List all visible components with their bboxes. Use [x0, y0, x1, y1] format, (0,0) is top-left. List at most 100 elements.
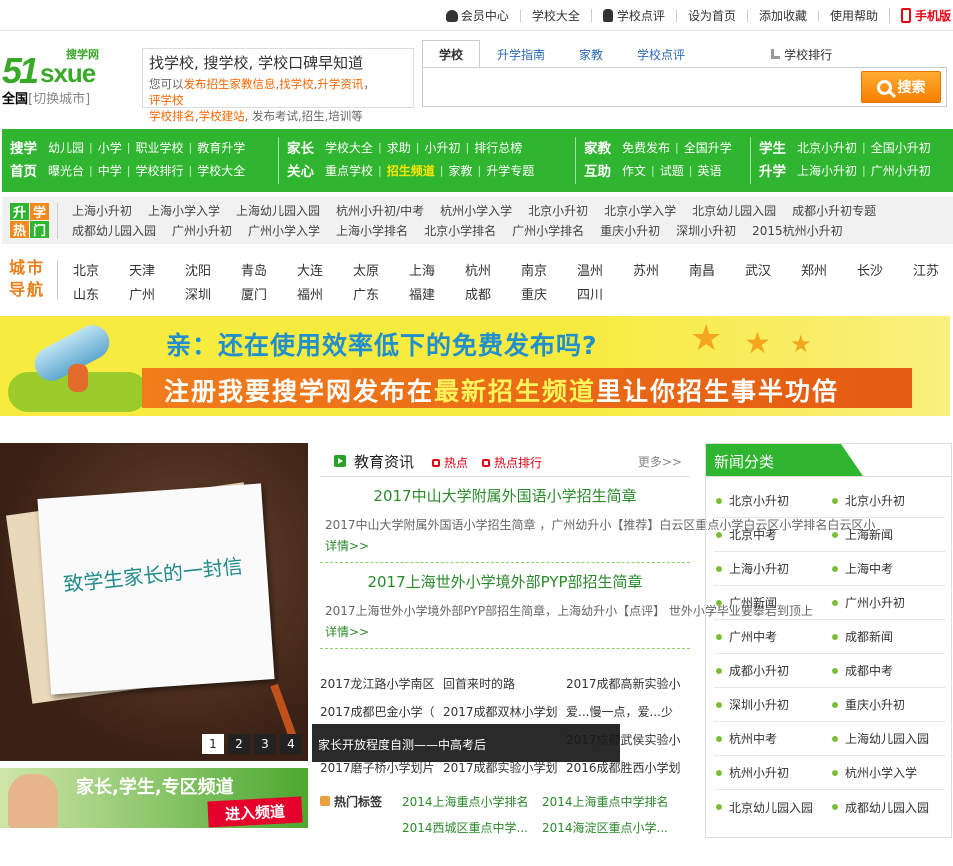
nav-item[interactable]: 免费发布	[622, 139, 670, 156]
nav-item[interactable]: 全国升学	[684, 139, 732, 156]
city-link[interactable]: 江苏	[913, 260, 953, 279]
city-link[interactable]: 成都	[465, 284, 521, 303]
hot-topic-link[interactable]: 上海小学排名	[336, 222, 408, 239]
category-item[interactable]: 上海中考	[830, 560, 946, 577]
city-link[interactable]: 南京	[521, 260, 577, 279]
zone-channel-banner[interactable]: 家长,学生,专区频道 进入频道	[0, 768, 308, 828]
category-item[interactable]: 北京中考	[714, 526, 830, 543]
slogan-link[interactable]: 发布招生家教信息	[184, 77, 276, 91]
city-link[interactable]: 上海	[409, 260, 465, 279]
nav-item[interactable]: 北京小升初	[797, 139, 857, 156]
city-link[interactable]: 福建	[409, 284, 465, 303]
nav-item[interactable]: 中学	[98, 162, 122, 179]
hot-rank-link[interactable]: 热点排行	[482, 454, 542, 471]
city-link[interactable]: 南昌	[689, 260, 745, 279]
category-item[interactable]: 成都新闻	[830, 628, 946, 645]
nav-item[interactable]: 曝光台	[48, 162, 84, 179]
slide-page-2[interactable]: 2	[228, 734, 250, 754]
nav-item[interactable]: 升学专题	[486, 162, 534, 179]
category-item[interactable]: 杭州小升初	[714, 764, 830, 781]
city-link[interactable]: 深圳	[185, 284, 241, 303]
slide-caption[interactable]: 家长开放程度自测——中高考后	[312, 724, 620, 762]
category-item[interactable]: 北京小升初	[830, 492, 946, 509]
hot-tag-link[interactable]: 2014上海重点中学排名	[542, 793, 669, 810]
category-item[interactable]: 北京幼儿园入园	[714, 799, 830, 816]
hot-topic-link[interactable]: 成都幼儿园入园	[72, 222, 156, 239]
hot-topic-link[interactable]: 上海小学入学	[148, 202, 220, 219]
hot-topic-link[interactable]: 上海幼儿园入园	[236, 202, 320, 219]
hot-topic-link[interactable]: 北京幼儿园入园	[692, 202, 776, 219]
article-more-link[interactable]: 详情>>	[325, 539, 369, 553]
set-homepage-link[interactable]: 设为首页	[675, 9, 747, 22]
slogan-link[interactable]: 升学资讯	[317, 77, 363, 91]
nav-item[interactable]: 教育升学	[197, 139, 245, 156]
city-link[interactable]: 长沙	[857, 260, 913, 279]
city-link[interactable]: 武汉	[745, 260, 801, 279]
hot-topic-link[interactable]: 广州小升初	[172, 222, 232, 239]
city-link[interactable]: 苏州	[633, 260, 689, 279]
nav-item[interactable]: 小学	[98, 139, 122, 156]
nav-item[interactable]: 职业学校	[135, 139, 183, 156]
city-link[interactable]: 天津	[129, 260, 185, 279]
city-link[interactable]: 青岛	[241, 260, 297, 279]
article-title[interactable]: 2017上海世外小学境外部PYP部招生简章	[320, 571, 690, 592]
category-item[interactable]: 北京小升初	[714, 492, 830, 509]
nav-item[interactable]: 求助	[387, 139, 411, 156]
category-item[interactable]: 成都幼儿园入园	[830, 799, 946, 816]
member-center-link[interactable]: 会员中心	[435, 9, 520, 22]
news-list-item[interactable]: 2017成都巴金小学（	[320, 703, 443, 720]
hot-tag-link[interactable]: 2014海淀区重点小学...	[542, 819, 668, 836]
hot-topic-link[interactable]: 成都小升初专题	[792, 202, 876, 219]
news-list-item[interactable]: 爱...慢一点，爱...少	[566, 703, 689, 720]
news-list-item[interactable]: 回首来时的路	[443, 675, 566, 692]
city-link[interactable]: 沈阳	[185, 260, 241, 279]
category-item[interactable]: 广州中考	[714, 628, 830, 645]
slogan-link[interactable]: 学校建站	[199, 109, 245, 123]
nav-item[interactable]: 排行总榜	[474, 139, 522, 156]
slide-page-1[interactable]: 1	[202, 734, 224, 754]
hot-topic-link[interactable]: 北京小学排名	[424, 222, 496, 239]
category-item[interactable]: 上海新闻	[830, 526, 946, 543]
school-review-link[interactable]: 学校点评	[590, 9, 676, 22]
promo-banner[interactable]: ★ ★ ★ 亲：还在使用效率低下的免费发布吗? 注册我要搜学网发布在最新招生频道…	[0, 316, 950, 416]
nav-label[interactable]: 升学	[759, 160, 797, 180]
nav-item[interactable]: 作文	[622, 162, 646, 179]
nav-label[interactable]: 关心	[287, 160, 325, 180]
school-directory-link[interactable]: 学校大全	[519, 9, 591, 22]
city-link[interactable]: 四川	[577, 284, 633, 303]
add-favorite-link[interactable]: 添加收藏	[746, 9, 818, 22]
city-link[interactable]: 厦门	[241, 284, 297, 303]
category-item[interactable]: 深圳小升初	[714, 696, 830, 713]
hot-topic-link[interactable]: 2015杭州小升初	[752, 222, 843, 239]
search-button[interactable]: 搜索	[861, 71, 941, 103]
city-link[interactable]: 福州	[297, 284, 353, 303]
nav-item[interactable]: 重点学校	[325, 162, 373, 179]
article-more-link[interactable]: 详情>>	[325, 625, 369, 639]
tab-school[interactable]: 学校	[422, 40, 481, 68]
nav-item[interactable]: 小升初	[424, 139, 460, 156]
site-logo[interactable]: 51 sxue 搜学网	[2, 44, 127, 91]
category-item[interactable]: 广州新闻	[714, 594, 830, 611]
nav-item[interactable]: 全国小升初	[871, 139, 931, 156]
nav-label[interactable]: 家长	[287, 137, 325, 157]
nav-item[interactable]: 上海小升初	[797, 162, 857, 179]
category-item[interactable]: 上海幼儿园入园	[830, 730, 946, 747]
city-link[interactable]: 广州	[129, 284, 185, 303]
news-list-item[interactable]: 2017龙江路小学南区	[320, 675, 443, 692]
hot-topic-link[interactable]: 广州小学入学	[248, 222, 320, 239]
slide-page-3[interactable]: 3	[254, 734, 276, 754]
switch-city-link[interactable]: [切换城市]	[28, 92, 90, 107]
news-list-item[interactable]: 2017成都双林小学划	[443, 703, 566, 720]
hot-topic-link[interactable]: 深圳小升初	[676, 222, 736, 239]
city-link[interactable]: 广东	[353, 284, 409, 303]
nav-label[interactable]: 家教	[584, 137, 622, 157]
nav-item[interactable]: 幼儿园	[48, 139, 84, 156]
category-item[interactable]: 广州小升初	[830, 594, 946, 611]
nav-item[interactable]: 试题	[660, 162, 684, 179]
slogan-link[interactable]: 找学校	[279, 77, 314, 91]
city-link[interactable]: 郑州	[801, 260, 857, 279]
hot-tag-link[interactable]: 2014西城区重点中学...	[402, 819, 528, 836]
hot-tag-link[interactable]: 2014上海重点小学排名	[402, 793, 529, 810]
nav-label[interactable]: 学生	[759, 137, 797, 157]
search-input[interactable]	[423, 68, 857, 106]
